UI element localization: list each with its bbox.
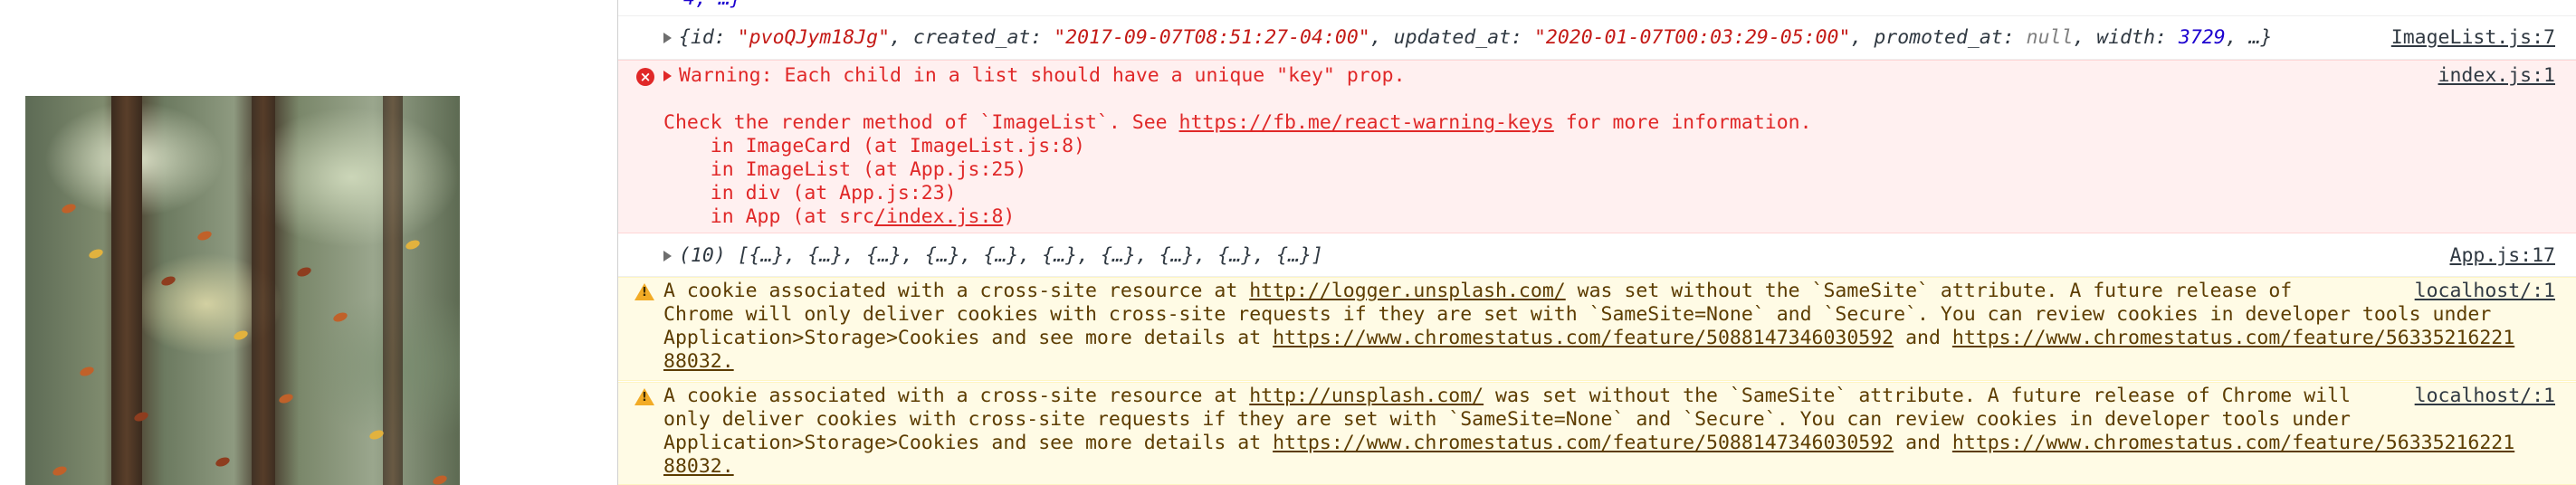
leaf — [331, 310, 349, 324]
warning-line: A cookie associated with a cross-site re… — [663, 385, 2351, 407]
warning-line: only deliver cookies with cross-site req… — [663, 408, 2351, 431]
warning-line: 88032. — [663, 455, 734, 479]
chromestatus-link-continued[interactable]: 88032. — [663, 455, 734, 478]
console-row-array[interactable]: (10) [{…}, {…}, {…}, {…}, {…}, {…}, {…},… — [618, 233, 2576, 277]
warning-line: A cookie associated with a cross-site re… — [663, 280, 2293, 302]
warning-line: 88032. — [663, 350, 734, 374]
expand-triangle-icon[interactable] — [663, 251, 672, 262]
stack-line: in App (at src/index.js:8) — [663, 205, 1016, 228]
chromestatus-link[interactable]: https://www.chromestatus.com/feature/563… — [1952, 432, 2514, 454]
leaf — [87, 247, 105, 261]
chromestatus-link-continued[interactable]: 88032. — [663, 350, 734, 373]
warning-line: Application>Storage>Cookies and see more… — [663, 432, 2515, 454]
app-preview-pane — [0, 0, 617, 485]
error-detail: Check the render method of `ImageList`. … — [663, 111, 1812, 134]
image-object-preview[interactable]: {id: "pvoQJym18Jg", created_at: "2017-09… — [663, 26, 2272, 50]
leaf — [431, 473, 449, 485]
warning-line: Chrome will only deliver cookies with cr… — [663, 303, 2492, 326]
source-link[interactable]: localhost/:1 — [2415, 385, 2555, 408]
cookie-resource-link[interactable]: http://unsplash.com/ — [1249, 385, 1484, 407]
cookie-resource-link[interactable]: http://logger.unsplash.com/ — [1249, 280, 1566, 302]
warning-line: Application>Storage>Cookies and see more… — [663, 327, 2515, 349]
leaf — [232, 328, 250, 342]
expand-triangle-icon[interactable] — [663, 33, 672, 43]
leaf — [277, 392, 295, 405]
leaf — [60, 202, 78, 215]
chromestatus-link[interactable]: https://www.chromestatus.com/feature/563… — [1952, 327, 2514, 349]
leaf — [159, 274, 177, 288]
devtools-console: 4, …} {id: "pvoQJym18Jg", created_at: "2… — [617, 0, 2576, 485]
source-link[interactable]: index.js:1 — [2438, 64, 2555, 88]
x-circle-icon: × — [636, 68, 654, 86]
leaf — [78, 365, 96, 378]
tree-trunk — [252, 96, 275, 485]
leaf — [404, 238, 422, 252]
source-link[interactable]: localhost/:1 — [2415, 280, 2555, 303]
tree-trunk — [111, 96, 142, 485]
tree-trunk — [383, 96, 403, 485]
expand-triangle-icon[interactable] — [663, 71, 672, 81]
source-link[interactable]: App.js:17 — [2450, 244, 2556, 268]
warning-triangle-icon: ! — [634, 388, 654, 405]
error-title[interactable]: Warning: Each child in a list should hav… — [663, 64, 1406, 88]
chromestatus-link[interactable]: https://www.chromestatus.com/feature/508… — [1273, 432, 1894, 454]
stack-line: in ImageList (at App.js:25) — [663, 158, 1027, 181]
truncated-object-tail: 4, …} — [683, 0, 742, 11]
console-row-truncated: 4, …} — [618, 0, 2576, 16]
leaf — [196, 229, 214, 242]
chromestatus-link[interactable]: https://www.chromestatus.com/feature/508… — [1273, 327, 1894, 349]
leaf — [214, 455, 232, 469]
stack-line: in ImageCard (at ImageList.js:8) — [663, 135, 1085, 157]
leaf — [295, 265, 313, 279]
console-warning-message: ! A cookie associated with a cross-site … — [618, 382, 2576, 485]
console-warning-message: ! A cookie associated with a cross-site … — [618, 277, 2576, 381]
stack-source-link[interactable]: /index.js:8 — [874, 205, 1003, 228]
stack-line: in div (at App.js:23) — [663, 182, 957, 204]
source-link[interactable]: ImageList.js:7 — [2391, 26, 2555, 50]
console-row-image-object[interactable]: {id: "pvoQJym18Jg", created_at: "2017-09… — [618, 16, 2576, 60]
leaf — [51, 464, 69, 478]
forest-leaves-photo — [25, 96, 460, 485]
array-preview[interactable]: (10) [{…}, {…}, {…}, {…}, {…}, {…}, {…},… — [663, 244, 1323, 268]
react-keys-link[interactable]: https://fb.me/react-warning-keys — [1179, 111, 1554, 134]
warning-triangle-icon: ! — [634, 283, 654, 300]
console-error-message: × Warning: Each child in a list should h… — [618, 60, 2576, 233]
